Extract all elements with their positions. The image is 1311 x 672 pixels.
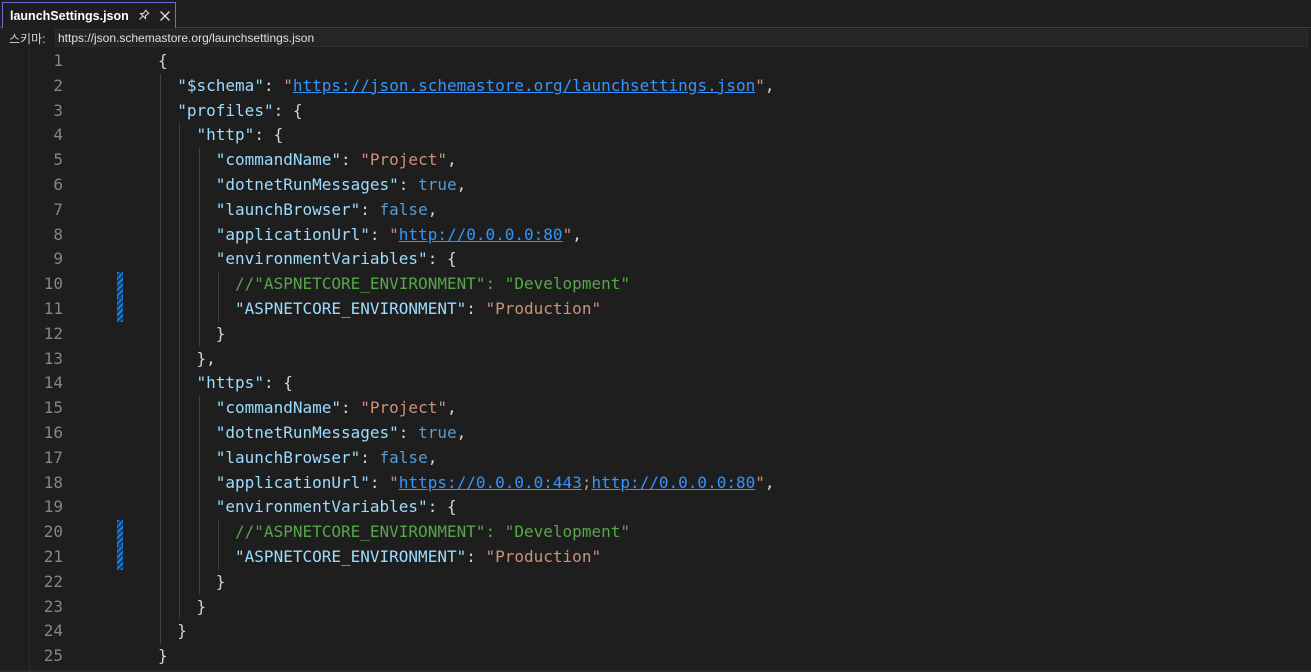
line-number: 22 — [43, 571, 63, 591]
code-line[interactable]: 3 "profiles": { — [0, 99, 1311, 124]
code-text: "http": { — [196, 125, 284, 145]
code-line[interactable]: 2 "$schema": "https://json.schemastore.or… — [0, 74, 1311, 99]
code-line[interactable]: 21 "ASPNETCORE_ENVIRONMENT": "Production" — [0, 545, 1311, 570]
change-marker — [117, 272, 123, 297]
code-text: "applicationUrl": "https://0.0.0.0:443;h… — [215, 472, 775, 492]
line-number: 18 — [43, 472, 63, 492]
code-editor[interactable]: 1{2 "$schema": "https://json.schemastore.… — [0, 48, 1311, 672]
code-line[interactable]: 25} — [0, 644, 1311, 669]
line-number: 8 — [53, 224, 63, 244]
indent-guide — [217, 272, 219, 322]
schema-input[interactable]: https://json.schemastore.org/launchsetti… — [55, 29, 1308, 47]
code-text: "launchBrowser": false, — [215, 447, 438, 467]
line-number: 16 — [43, 423, 63, 442]
indent-guide — [179, 123, 181, 620]
line-number: 2 — [53, 75, 63, 95]
code-text: "environmentVariables": { — [215, 249, 457, 269]
line-number: 19 — [43, 497, 63, 517]
line-number: 17 — [43, 447, 63, 467]
change-marker — [117, 545, 123, 570]
line-number: 3 — [53, 100, 63, 120]
code-text: } — [196, 596, 207, 616]
line-number: 20 — [43, 522, 63, 542]
code-line[interactable]: 8 "applicationUrl": "http://0.0.0.0:80", — [0, 223, 1311, 248]
line-number: 9 — [53, 249, 63, 269]
code-line[interactable]: 7 "launchBrowser": false, — [0, 198, 1311, 223]
indent-guide — [198, 148, 200, 347]
code-text: //"ASPNETCORE_ENVIRONMENT": "Development… — [235, 522, 630, 542]
url-link[interactable]: https://json.schemastore.org/launchsetti… — [293, 76, 755, 95]
code-text: } — [158, 646, 168, 666]
code-line[interactable]: 12} — [0, 322, 1311, 347]
url-link[interactable]: http://0.0.0.0:80 — [591, 473, 755, 492]
code-text: "commandName": "Project", — [215, 398, 457, 418]
code-text: { — [158, 51, 168, 70]
code-line[interactable]: 13}, — [0, 347, 1311, 372]
code-line[interactable]: 20 //"ASPNETCORE_ENVIRONMENT": "Developme… — [0, 520, 1311, 545]
change-marker — [117, 520, 123, 545]
line-number: 15 — [43, 398, 63, 418]
indent-guide — [160, 73, 161, 645]
line-number: 1 — [53, 51, 63, 70]
code-text: "https": { — [196, 373, 293, 393]
code-line[interactable]: 10 //"ASPNETCORE_ENVIRONMENT": "Developme… — [0, 272, 1311, 297]
code-line[interactable]: 19 "environmentVariables": { — [0, 495, 1311, 520]
code-line[interactable]: 6 "dotnetRunMessages": true, — [0, 173, 1311, 198]
code-line[interactable]: 15 "commandName": "Project", — [0, 396, 1311, 421]
indent-guide — [198, 396, 200, 595]
code-text: "launchBrowser": false, — [215, 199, 438, 219]
url-link[interactable]: http://0.0.0.0:80 — [399, 225, 563, 244]
code-text: } — [215, 323, 226, 343]
code-text: "dotnetRunMessages": true, — [215, 175, 467, 194]
code-line[interactable]: 23} — [0, 595, 1311, 620]
line-number: 6 — [53, 175, 63, 194]
url-link[interactable]: https://0.0.0.0:443 — [399, 473, 582, 492]
code-text: "profiles": { — [177, 100, 303, 120]
code-line[interactable]: 18 "applicationUrl": "https://0.0.0.0:443… — [0, 471, 1311, 496]
change-marker — [117, 297, 123, 322]
schema-bar: 스키마: https://json.schemastore.org/launch… — [0, 28, 1311, 48]
line-number: 5 — [53, 150, 63, 170]
pin-icon[interactable] — [135, 8, 151, 24]
code-line[interactable]: 5 "commandName": "Project", — [0, 148, 1311, 173]
code-line[interactable]: 1{ — [0, 49, 1311, 74]
code-text: } — [177, 621, 187, 641]
line-number: 10 — [43, 274, 63, 294]
tab-title: launchSettings.json — [10, 8, 129, 23]
code-line[interactable]: 16 "dotnetRunMessages": true, — [0, 421, 1311, 446]
line-number: 24 — [43, 621, 63, 641]
line-number: 4 — [53, 125, 63, 145]
code-text: "applicationUrl": "http://0.0.0.0:80", — [215, 224, 582, 244]
schema-label: 스키마: — [9, 31, 46, 46]
line-number: 14 — [43, 373, 63, 393]
code-text: "environmentVariables": { — [215, 497, 457, 517]
code-text: "$schema": "https://json.schemastore.org… — [177, 75, 775, 95]
code-line[interactable]: 17 "launchBrowser": false, — [0, 446, 1311, 471]
indent-guide — [217, 520, 219, 570]
code-text: "dotnetRunMessages": true, — [215, 423, 467, 442]
tab-launchsettings[interactable]: launchSettings.json — [2, 2, 176, 28]
code-line[interactable]: 14 "https": { — [0, 371, 1311, 396]
code-text: "ASPNETCORE_ENVIRONMENT": "Production" — [235, 299, 602, 318]
code-line[interactable]: 24} — [0, 619, 1311, 644]
close-icon[interactable] — [157, 8, 173, 24]
code-text: //"ASPNETCORE_ENVIRONMENT": "Development… — [235, 274, 630, 294]
code-text: "commandName": "Project", — [215, 150, 457, 170]
line-number: 11 — [43, 299, 63, 318]
code-line[interactable]: 4 "http": { — [0, 123, 1311, 148]
code-line[interactable]: 11 "ASPNETCORE_ENVIRONMENT": "Production" — [0, 297, 1311, 322]
line-number: 21 — [43, 547, 63, 566]
code-text: "ASPNETCORE_ENVIRONMENT": "Production" — [235, 547, 602, 566]
line-number: 7 — [53, 199, 63, 219]
line-number: 13 — [43, 348, 63, 368]
code-line[interactable]: 9 "environmentVariables": { — [0, 247, 1311, 272]
line-number: 12 — [43, 323, 63, 343]
tab-strip: launchSettings.json — [0, 0, 1311, 28]
line-number: 25 — [43, 646, 63, 666]
code-line[interactable]: 22} — [0, 570, 1311, 595]
code-text: } — [215, 571, 226, 591]
code-text: }, — [196, 348, 216, 368]
line-number: 23 — [43, 596, 63, 616]
